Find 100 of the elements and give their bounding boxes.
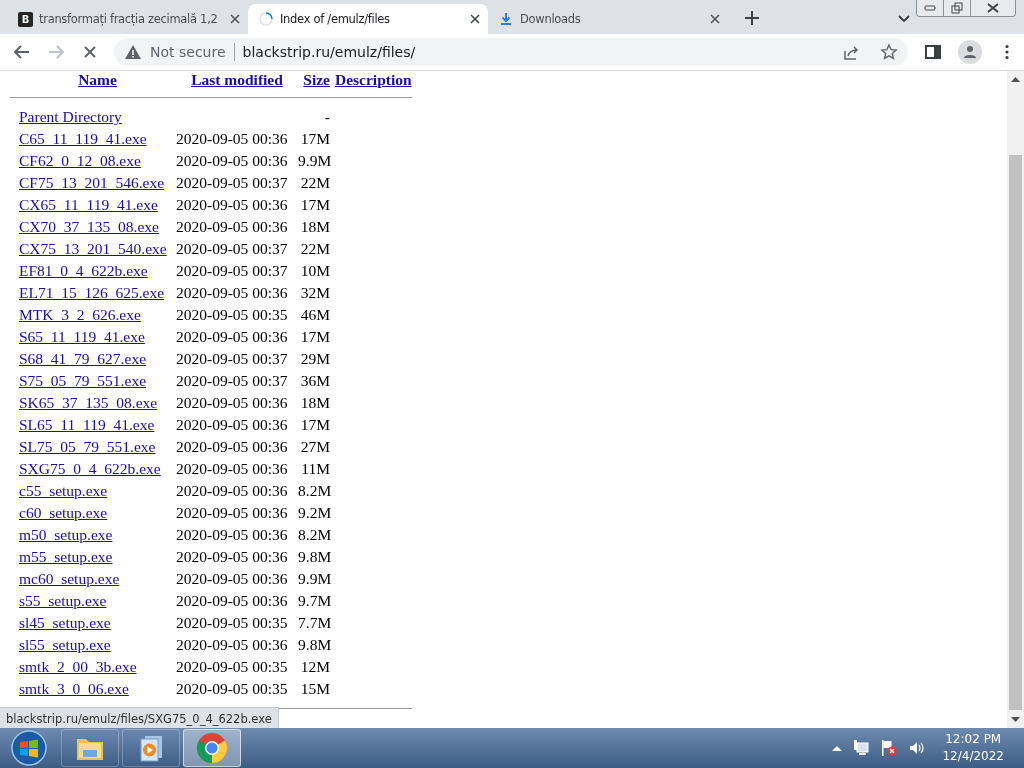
file-link[interactable]: sl45_setup.exe: [19, 614, 176, 632]
show-hidden-icons-icon[interactable]: [832, 744, 843, 752]
file-link[interactable]: CX75_13_201_540.exe: [19, 240, 176, 258]
scroll-up-icon[interactable]: [1011, 75, 1020, 84]
file-link[interactable]: mc60_setup.exe: [19, 570, 176, 588]
file-link[interactable]: S68_41_79_627.exe: [19, 350, 176, 368]
modified-date: 2020-09-05 00:36: [176, 394, 289, 412]
close-icon[interactable]: [710, 14, 720, 24]
restore-icon: [951, 2, 963, 14]
browser-tab[interactable]: Downloads: [488, 4, 728, 34]
file-size: 9.2M: [298, 504, 330, 522]
clock-date: 12/4/2022: [942, 748, 1004, 765]
modified-date: 2020-09-05 00:36: [176, 328, 289, 346]
file-size: 10M: [299, 262, 330, 280]
taskbar-app[interactable]: [122, 729, 180, 767]
file-link[interactable]: EL71_15_126_625.exe: [19, 284, 176, 302]
file-link[interactable]: CF62_0_12_08.exe: [19, 152, 176, 170]
status-url-bubble: blackstrip.ru/emulz/files/SXG75_0_4_622b.exe: [0, 707, 279, 729]
modified-date: 2020-09-05 00:37: [176, 174, 289, 192]
file-link[interactable]: CF75_13_201_546.exe: [19, 174, 176, 192]
modified-date: 2020-09-05 00:36: [176, 438, 289, 456]
column-header-link[interactable]: Size: [303, 71, 330, 89]
file-size: 22M: [299, 174, 330, 192]
modified-date: 2020-09-05 00:37: [176, 262, 289, 280]
file-size: 18M: [299, 394, 330, 412]
loading-spinner-icon: [258, 11, 274, 27]
modified-date: 2020-09-05 00:37: [176, 240, 289, 258]
browser-tab[interactable]: Index of /emulz/files: [248, 4, 488, 34]
file-link[interactable]: m50_setup.exe: [19, 526, 176, 544]
modified-date: 2020-09-05 00:36: [176, 636, 289, 654]
file-link[interactable]: CX65_11_119_41.exe: [19, 196, 176, 214]
file-link[interactable]: SL65_11_119_41.exe: [19, 416, 176, 434]
file-size: -: [323, 108, 330, 126]
file-size: 17M: [299, 328, 330, 346]
file-size: 22M: [299, 240, 330, 258]
file-size: 8.2M: [298, 482, 330, 500]
file-size: 29M: [299, 350, 330, 368]
file-link[interactable]: smtk_3_0_06.exe: [19, 680, 176, 698]
column-header-link[interactable]: Last modified: [191, 71, 283, 89]
modified-date: 2020-09-05 00:37: [176, 350, 289, 368]
modified-date: 2020-09-05 00:35: [176, 614, 289, 632]
file-link[interactable]: s55_setup.exe: [19, 592, 176, 610]
file-size: 15M: [299, 680, 330, 698]
file-link[interactable]: sl55_setup.exe: [19, 636, 176, 654]
taskbar-app[interactable]: [61, 729, 119, 767]
modified-date: 2020-09-05 00:36: [176, 152, 289, 170]
share-icon[interactable]: [842, 43, 860, 61]
column-header-link[interactable]: Description: [335, 71, 412, 89]
url-text: blackstrip.ru/emulz/files/: [242, 44, 417, 60]
modified-date: 2020-09-05 00:36: [176, 504, 289, 522]
tab-title: Downloads: [520, 12, 582, 26]
warning-icon[interactable]: [124, 43, 142, 61]
clock-time: 12:02 PM: [945, 731, 1002, 748]
file-link[interactable]: S65_11_119_41.exe: [19, 328, 176, 346]
file-size: 36M: [299, 372, 330, 390]
file-link[interactable]: S75_05_79_551.exe: [19, 372, 176, 390]
tab-title: transformați fracția zecimală 1,2: [39, 12, 219, 26]
file-size: 9.9M: [298, 570, 330, 588]
browser-tab[interactable]: B transformați fracția zecimală 1,2: [8, 4, 248, 34]
chrome-icon: [196, 732, 228, 764]
close-window-button[interactable]: [970, 0, 1015, 16]
file-link[interactable]: SXG75_0_4_622b.exe: [19, 460, 176, 478]
security-label: Not secure: [150, 43, 235, 61]
taskbar-app[interactable]: [183, 729, 241, 767]
file-link[interactable]: CX70_37_135_08.exe: [19, 218, 176, 236]
clock[interactable]: 12:02 PM 12/4/2022: [942, 731, 1004, 765]
file-link[interactable]: Parent Directory: [19, 108, 176, 126]
file-link[interactable]: c60_setup.exe: [19, 504, 176, 522]
star-icon[interactable]: [880, 43, 898, 61]
scroll-down-icon[interactable]: [1011, 715, 1020, 724]
close-icon[interactable]: [230, 14, 240, 24]
close-icon[interactable]: [470, 14, 480, 24]
file-size: 27M: [299, 438, 330, 456]
file-link[interactable]: smtk_2_00_3b.exe: [19, 658, 176, 676]
profile-avatar[interactable]: [958, 40, 982, 64]
file-link[interactable]: m55_setup.exe: [19, 548, 176, 566]
column-header-link[interactable]: Name: [78, 71, 117, 89]
network-icon[interactable]: [852, 739, 871, 757]
file-link[interactable]: c55_setup.exe: [19, 482, 176, 500]
flag-icon[interactable]: [880, 739, 899, 757]
file-link[interactable]: C65_11_119_41.exe: [19, 130, 176, 148]
new-tab-icon[interactable]: [742, 8, 762, 28]
modified-date: 2020-09-05 00:36: [176, 592, 289, 610]
side-panel-icon[interactable]: [924, 43, 942, 61]
file-link[interactable]: SL75_05_79_551.exe: [19, 438, 176, 456]
file-size: 17M: [299, 196, 330, 214]
modified-date: 2020-09-05 00:36: [176, 460, 289, 478]
file-link[interactable]: EF81_0_4_622b.exe: [19, 262, 176, 280]
modified-date: 2020-09-05 00:36: [176, 482, 289, 500]
scrollbar[interactable]: [1007, 71, 1024, 728]
start-button[interactable]: [10, 729, 48, 767]
address-bar[interactable]: Not secure blackstrip.ru/emulz/files/: [114, 38, 908, 66]
tab-title: Index of /emulz/files: [280, 12, 391, 26]
file-link[interactable]: SK65_37_135_08.exe: [19, 394, 176, 412]
site-favicon: B: [18, 11, 33, 27]
modified-date: 2020-09-05 00:36: [176, 548, 289, 566]
restore-button[interactable]: [943, 0, 970, 16]
modified-date: 2020-09-05 00:35: [176, 658, 289, 676]
file-size: 9.9M: [298, 152, 330, 170]
file-link[interactable]: MTK_3_2_626.exe: [19, 306, 176, 324]
